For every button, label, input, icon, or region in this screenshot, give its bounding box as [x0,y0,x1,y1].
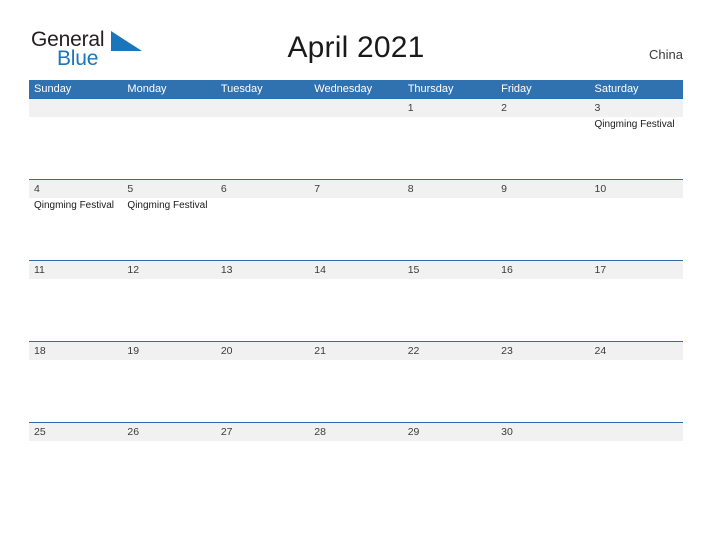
day-number: 9 [501,183,507,195]
day-number: 15 [407,264,420,276]
day-number: 6 [220,183,227,195]
day-number: 21 [314,345,326,357]
day-number: 7 [314,183,321,195]
weekday-header-row: Sunday Monday Tuesday Wednesday Thursday… [29,80,683,98]
weekday-header-friday: Friday [501,83,532,95]
calendar-day-cell[interactable]: 6 [216,180,309,260]
calendar-day-cell[interactable]: 26 [122,423,215,503]
day-number: 10 [594,183,607,195]
calendar-day-cell[interactable] [122,99,215,179]
calendar-day-cell[interactable]: 5 Qingming Festival [122,180,215,260]
calendar-day-cell[interactable]: 14 [309,261,402,341]
calendar-day-cell[interactable]: 28 [309,423,402,503]
day-number: 27 [220,426,233,438]
day-number: 23 [501,345,513,357]
day-number [221,99,309,117]
calendar-day-cell[interactable]: 25 [29,423,122,503]
day-number: 22 [407,345,420,357]
day-number: 11 [34,264,45,276]
calendar-day-cell[interactable]: 10 [590,180,683,260]
calendar-week-row: 11 12 13 14 15 16 17 [29,260,683,341]
day-number: 4 [34,183,40,195]
day-number: 18 [34,345,46,357]
calendar-table: Sunday Monday Tuesday Wednesday Thursday… [29,80,683,503]
calendar-week-row: 18 19 20 21 22 23 24 [29,341,683,422]
calendar-day-cell[interactable]: 15 [403,261,496,341]
calendar-day-cell[interactable]: 27 [216,423,309,503]
day-number: 3 [594,102,601,114]
day-number: 26 [127,426,140,438]
calendar-day-cell[interactable] [29,99,122,179]
calendar-day-cell[interactable]: 19 [122,342,215,422]
calendar-day-cell[interactable]: 30 [496,423,589,503]
calendar-day-cell[interactable]: 17 [590,261,683,341]
calendar-day-cell[interactable]: 11 [29,261,122,341]
logo-text-blue: Blue [57,47,99,70]
day-event-label: Qingming Festival [34,200,115,211]
general-blue-logo[interactable]: General Blue [31,29,151,71]
calendar-day-cell[interactable]: 3 Qingming Festival [590,99,683,179]
day-number [314,99,402,117]
calendar-day-cell[interactable]: 16 [496,261,589,341]
weekday-header-thursday: Thursday [407,83,454,95]
day-number: 16 [501,264,513,276]
calendar-day-cell[interactable]: 20 [216,342,309,422]
day-number: 20 [220,345,233,357]
calendar-day-cell[interactable]: 4 Qingming Festival [29,180,122,260]
weekday-header-saturday: Saturday [594,83,639,95]
day-number: 28 [314,426,326,438]
calendar-day-cell[interactable]: 1 [403,99,496,179]
day-number: 12 [127,264,140,276]
calendar-week-row: 4 Qingming Festival 5 Qingming Festival … [29,179,683,260]
calendar-week-row: 25 26 27 28 29 30 [29,422,683,503]
weekday-header-monday: Monday [127,83,167,95]
calendar-day-cell[interactable]: 21 [309,342,402,422]
day-number [127,99,215,117]
page-header: General Blue April 2021 China [0,0,712,80]
calendar-day-cell[interactable] [590,423,683,503]
calendar-day-cell[interactable]: 24 [590,342,683,422]
day-number [595,423,683,441]
day-number: 17 [594,264,607,276]
weekday-header-tuesday: Tuesday [220,83,263,95]
day-event-label: Qingming Festival [127,200,208,211]
calendar-day-cell[interactable]: 2 [496,99,589,179]
page-title: April 2021 [287,31,425,64]
day-number: 14 [314,264,326,276]
weekday-header-wednesday: Wednesday [314,83,373,95]
day-number: 25 [34,426,46,438]
day-number: 24 [594,345,607,357]
day-number: 8 [407,183,414,195]
day-number: 30 [501,426,513,438]
day-number: 13 [220,264,233,276]
calendar-day-cell[interactable]: 23 [496,342,589,422]
blue-triangle-flag-icon [111,31,142,53]
day-number: 2 [501,102,507,114]
day-number: 5 [127,183,134,195]
weekday-header-sunday: Sunday [34,83,72,95]
calendar-day-cell[interactable] [309,99,402,179]
calendar-day-cell[interactable]: 18 [29,342,122,422]
day-number: 1 [407,102,414,114]
day-event-label: Qingming Festival [594,119,675,130]
calendar-page: General Blue April 2021 China Sunday Mon… [0,0,712,550]
calendar-day-cell[interactable]: 7 [309,180,402,260]
country-label: China [649,47,683,62]
calendar-day-cell[interactable]: 22 [403,342,496,422]
calendar-day-cell[interactable]: 29 [403,423,496,503]
calendar-week-row: 1 2 3 Qingming Festival [29,98,683,179]
calendar-day-cell[interactable]: 12 [122,261,215,341]
calendar-day-cell[interactable]: 9 [496,180,589,260]
day-number: 19 [127,345,140,357]
day-number [34,99,122,117]
calendar-day-cell[interactable]: 13 [216,261,309,341]
day-number: 29 [407,426,420,438]
calendar-day-cell[interactable]: 8 [403,180,496,260]
calendar-day-cell[interactable] [216,99,309,179]
